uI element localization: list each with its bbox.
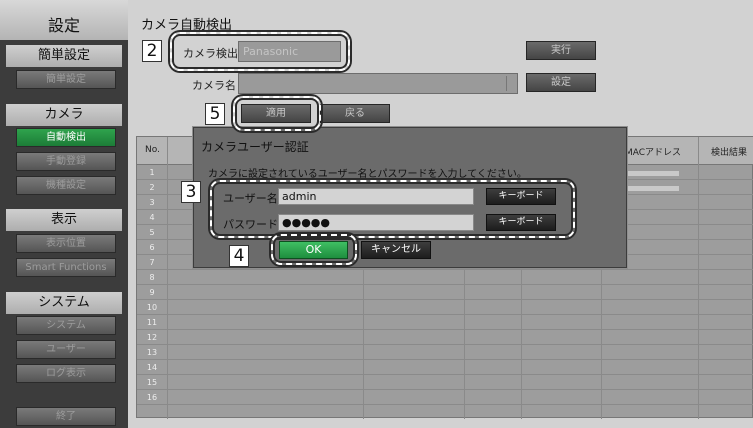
row-number: 15 xyxy=(146,378,158,387)
mac-address-redacted xyxy=(627,186,679,191)
step-number-5: 5 xyxy=(205,103,225,125)
callout-step4-highlight xyxy=(271,234,357,265)
row-number: 16 xyxy=(146,393,158,402)
section-display: 表示 xyxy=(6,209,122,231)
row-number: 5 xyxy=(149,228,155,237)
back-button[interactable]: 戻る xyxy=(320,104,390,123)
dialog-message: カメラに設定されているユーザー名とパスワードを入力してください。 xyxy=(208,169,527,180)
camera-name-select[interactable] xyxy=(238,73,518,94)
table-row[interactable]: 9 xyxy=(137,285,753,300)
row-number: 12 xyxy=(146,333,158,342)
mac-address-redacted xyxy=(627,171,679,176)
header-no: No. xyxy=(145,145,160,155)
callout-step3-highlight xyxy=(210,180,575,238)
callout-step2-highlight xyxy=(170,32,350,71)
table-row[interactable]: 8 xyxy=(137,270,753,285)
sidebar-header: 設定 xyxy=(0,0,128,40)
exit-button[interactable]: 終了 xyxy=(16,407,116,426)
section-simple-setup: 簡単設定 xyxy=(6,45,122,67)
row-number: 8 xyxy=(149,273,155,282)
camera-name-label: カメラ名 xyxy=(192,79,236,92)
step-number-3: 3 xyxy=(181,181,201,203)
page-title: カメラ自動検出 xyxy=(141,18,233,33)
run-button[interactable]: 実行 xyxy=(526,41,596,60)
dropdown-arrow-icon xyxy=(506,76,514,91)
table-row[interactable]: 15 xyxy=(137,375,753,390)
row-number: 11 xyxy=(146,318,158,327)
settings-button[interactable]: 設定 xyxy=(526,73,596,92)
sidebar-item-user[interactable]: ユーザー xyxy=(16,340,116,359)
sidebar-item-auto-detect[interactable]: 自動検出 xyxy=(16,128,116,147)
sidebar-item-log-display[interactable]: ログ表示 xyxy=(16,364,116,383)
sidebar: 設定 簡単設定 簡単設定 カメラ 自動検出 手動登録 機種設定 表示 表示位置 … xyxy=(0,0,128,428)
table-row[interactable]: 16 xyxy=(137,390,753,405)
callout-step5-highlight xyxy=(233,96,321,131)
section-camera: カメラ xyxy=(6,104,122,126)
step-number-2: 2 xyxy=(142,40,162,62)
row-number: 3 xyxy=(149,198,155,207)
header-mac: MACアドレス xyxy=(625,148,682,158)
table-row[interactable]: 11 xyxy=(137,315,753,330)
sidebar-item-model-settings[interactable]: 機種設定 xyxy=(16,176,116,195)
row-number: 13 xyxy=(146,348,158,357)
table-row[interactable]: 12 xyxy=(137,330,753,345)
row-number: 9 xyxy=(149,288,155,297)
step-number-4: 4 xyxy=(229,245,249,267)
table-row[interactable]: 10 xyxy=(137,300,753,315)
header-result: 検出結果 xyxy=(711,148,748,158)
sidebar-title: 設定 xyxy=(47,16,80,35)
sidebar-item-manual-register[interactable]: 手動登録 xyxy=(16,152,116,171)
screen: 設定 簡単設定 簡単設定 カメラ 自動検出 手動登録 機種設定 表示 表示位置 … xyxy=(0,0,753,428)
row-number: 6 xyxy=(149,243,155,252)
row-number: 7 xyxy=(149,258,155,267)
row-number: 14 xyxy=(146,363,158,372)
row-number: 1 xyxy=(149,168,155,177)
table-row[interactable]: 14 xyxy=(137,360,753,375)
sidebar-item-system[interactable]: システム xyxy=(16,316,116,335)
cancel-button[interactable]: キャンセル xyxy=(361,241,431,259)
dialog-title: カメラユーザー認証 xyxy=(201,140,309,154)
table-row[interactable]: 13 xyxy=(137,345,753,360)
row-number: 2 xyxy=(149,183,155,192)
sidebar-item-display-position[interactable]: 表示位置 xyxy=(16,234,116,253)
sidebar-item-smart-functions[interactable]: Smart Functions xyxy=(16,258,116,277)
sidebar-item-simple-setup[interactable]: 簡単設定 xyxy=(16,70,116,89)
row-number: 10 xyxy=(146,303,158,312)
row-number: 4 xyxy=(149,213,155,222)
section-system: システム xyxy=(6,292,122,314)
